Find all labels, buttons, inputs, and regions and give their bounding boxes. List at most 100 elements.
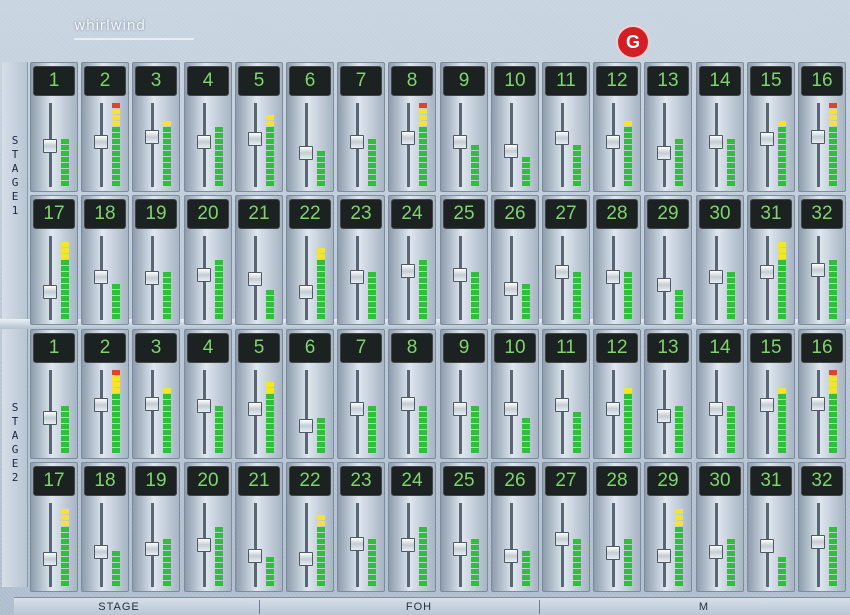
channel-number[interactable]: 9 (443, 66, 485, 96)
channel-number[interactable]: 20 (187, 466, 229, 496)
channel-number[interactable]: 31 (750, 466, 792, 496)
channel-number[interactable]: 7 (340, 66, 382, 96)
channel-number[interactable]: 18 (84, 466, 126, 496)
channel-number[interactable]: 21 (238, 199, 280, 229)
channel-number[interactable]: 31 (750, 199, 792, 229)
channel-number[interactable]: 11 (545, 66, 587, 96)
channel-number[interactable]: 8 (391, 66, 433, 96)
channel-number[interactable]: 22 (289, 199, 331, 229)
fader-knob[interactable] (401, 131, 415, 145)
channel-number[interactable]: 6 (289, 333, 331, 363)
fader-knob[interactable] (43, 411, 57, 425)
fader-knob[interactable] (299, 419, 313, 433)
tab-monitor[interactable]: M (614, 598, 794, 615)
channel-number[interactable]: 13 (647, 333, 689, 363)
fader-knob[interactable] (299, 146, 313, 160)
channel-number[interactable]: 12 (596, 66, 638, 96)
fader-knob[interactable] (760, 132, 774, 146)
channel-number[interactable]: 5 (238, 333, 280, 363)
tab-foh[interactable]: FOH (334, 598, 504, 615)
channel-number[interactable]: 15 (750, 333, 792, 363)
channel-number[interactable]: 16 (801, 333, 843, 363)
channel-number[interactable]: 3 (135, 66, 177, 96)
channel-number[interactable]: 19 (135, 199, 177, 229)
channel-number[interactable]: 2 (84, 66, 126, 96)
channel-number[interactable]: 17 (33, 466, 75, 496)
fader-knob[interactable] (350, 270, 364, 284)
channel-number[interactable]: 29 (647, 199, 689, 229)
fader-knob[interactable] (606, 402, 620, 416)
channel-number[interactable]: 9 (443, 333, 485, 363)
fader-knob[interactable] (555, 532, 569, 546)
channel-number[interactable]: 30 (699, 199, 741, 229)
fader-knob[interactable] (43, 139, 57, 153)
channel-number[interactable]: 28 (596, 466, 638, 496)
channel-number[interactable]: 13 (647, 66, 689, 96)
fader-knob[interactable] (43, 285, 57, 299)
fader-knob[interactable] (504, 144, 518, 158)
fader-knob[interactable] (657, 278, 671, 292)
channel-number[interactable]: 19 (135, 466, 177, 496)
channel-number[interactable]: 22 (289, 466, 331, 496)
channel-number[interactable]: 4 (187, 66, 229, 96)
fader-knob[interactable] (401, 538, 415, 552)
channel-number[interactable]: 4 (187, 333, 229, 363)
channel-number[interactable]: 27 (545, 466, 587, 496)
channel-number[interactable]: 2 (84, 333, 126, 363)
channel-number[interactable]: 5 (238, 66, 280, 96)
channel-number[interactable]: 25 (443, 466, 485, 496)
fader-knob[interactable] (197, 538, 211, 552)
fader-knob[interactable] (453, 542, 467, 556)
channel-number[interactable]: 12 (596, 333, 638, 363)
fader-knob[interactable] (248, 272, 262, 286)
channel-number[interactable]: 24 (391, 466, 433, 496)
channel-number[interactable]: 14 (699, 66, 741, 96)
fader-knob[interactable] (94, 270, 108, 284)
channel-number[interactable]: 16 (801, 66, 843, 96)
fader-knob[interactable] (811, 130, 825, 144)
fader-knob[interactable] (709, 270, 723, 284)
channel-number[interactable]: 14 (699, 333, 741, 363)
fader-knob[interactable] (760, 265, 774, 279)
fader-knob[interactable] (145, 542, 159, 556)
fader-knob[interactable] (504, 549, 518, 563)
fader-knob[interactable] (43, 552, 57, 566)
fader-knob[interactable] (504, 282, 518, 296)
fader-knob[interactable] (709, 135, 723, 149)
channel-number[interactable]: 10 (494, 66, 536, 96)
tab-stage[interactable]: STAGE (54, 598, 184, 615)
fader-knob[interactable] (453, 402, 467, 416)
fader-knob[interactable] (760, 398, 774, 412)
channel-number[interactable]: 32 (801, 466, 843, 496)
fader-knob[interactable] (709, 545, 723, 559)
fader-knob[interactable] (248, 402, 262, 416)
fader-knob[interactable] (760, 539, 774, 553)
fader-knob[interactable] (299, 285, 313, 299)
fader-knob[interactable] (606, 135, 620, 149)
fader-knob[interactable] (453, 268, 467, 282)
fader-knob[interactable] (811, 535, 825, 549)
fader-knob[interactable] (606, 546, 620, 560)
channel-number[interactable]: 27 (545, 199, 587, 229)
fader-knob[interactable] (94, 545, 108, 559)
channel-number[interactable]: 29 (647, 466, 689, 496)
fader-knob[interactable] (657, 146, 671, 160)
fader-knob[interactable] (811, 397, 825, 411)
channel-number[interactable]: 6 (289, 66, 331, 96)
channel-number[interactable]: 11 (545, 333, 587, 363)
fader-knob[interactable] (811, 263, 825, 277)
fader-knob[interactable] (299, 552, 313, 566)
fader-knob[interactable] (145, 130, 159, 144)
channel-number[interactable]: 3 (135, 333, 177, 363)
channel-number[interactable]: 25 (443, 199, 485, 229)
fader-knob[interactable] (94, 398, 108, 412)
fader-knob[interactable] (350, 537, 364, 551)
channel-number[interactable]: 30 (699, 466, 741, 496)
fader-knob[interactable] (197, 268, 211, 282)
fader-knob[interactable] (350, 402, 364, 416)
channel-number[interactable]: 21 (238, 466, 280, 496)
fader-knob[interactable] (248, 549, 262, 563)
channel-number[interactable]: 18 (84, 199, 126, 229)
channel-number[interactable]: 8 (391, 333, 433, 363)
fader-knob[interactable] (709, 402, 723, 416)
